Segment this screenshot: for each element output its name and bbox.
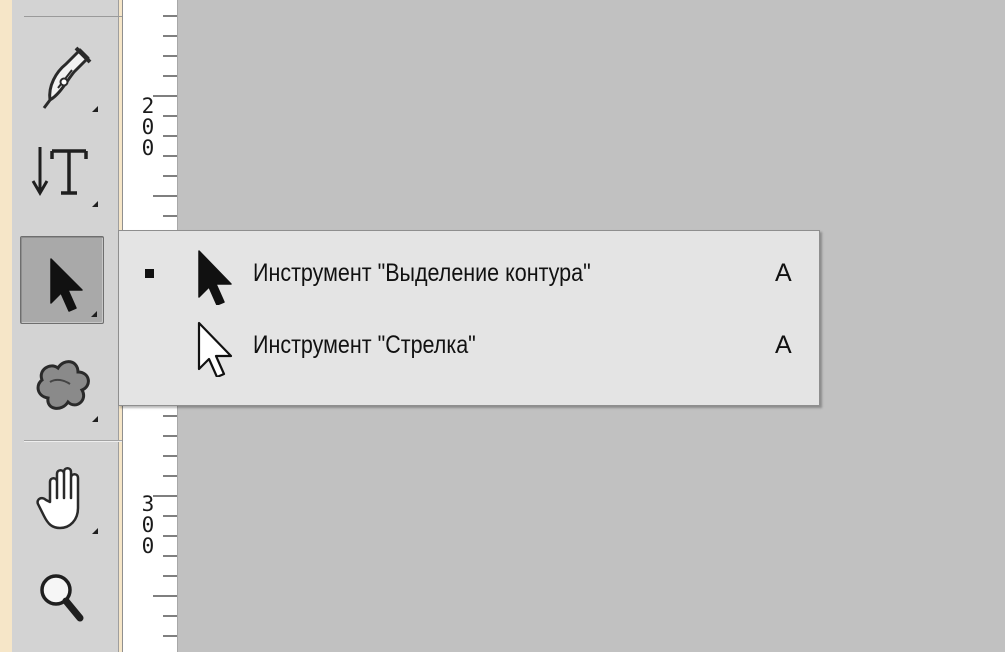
submenu-indicator xyxy=(92,201,98,207)
shortcut-key: A xyxy=(775,259,792,287)
shortcut-key: A xyxy=(775,331,792,359)
ruler-label-300: 3 0 0 xyxy=(141,492,155,558)
vertical-type-tool-button[interactable] xyxy=(20,125,104,213)
hollow-arrow-icon xyxy=(197,321,233,377)
selected-bullet xyxy=(145,269,154,278)
flyout-item-label: Инструмент "Стрелка" xyxy=(253,331,476,359)
path-selection-tool-button[interactable] xyxy=(20,236,104,324)
solid-arrow-icon xyxy=(198,250,232,305)
zoom-tool-button[interactable] xyxy=(20,556,104,644)
tools-panel xyxy=(12,0,122,652)
toolbar-divider xyxy=(24,16,122,17)
submenu-indicator xyxy=(91,311,97,317)
toolbar-separator xyxy=(24,440,122,442)
hand-icon xyxy=(36,467,80,530)
hand-tool-button[interactable] xyxy=(20,452,104,540)
magnifier-icon xyxy=(40,574,84,622)
tool-flyout-menu: Инструмент "Выделение контура" A Инструм… xyxy=(118,230,820,406)
custom-shape-tool-button[interactable] xyxy=(20,340,104,428)
custom-shape-icon xyxy=(36,360,90,410)
submenu-indicator xyxy=(92,416,98,422)
flyout-item-path-selection[interactable]: Инструмент "Выделение контура" A xyxy=(119,241,819,305)
pen-tool-button[interactable] xyxy=(20,30,104,118)
pen-icon xyxy=(42,46,92,109)
ruler-label-200: 2 0 0 xyxy=(141,94,155,160)
submenu-indicator xyxy=(92,528,98,534)
flyout-item-label: Инструмент "Выделение контура" xyxy=(253,259,591,287)
vertical-type-icon xyxy=(31,147,88,196)
submenu-indicator xyxy=(92,106,98,112)
flyout-item-direct-selection[interactable]: Инструмент "Стрелка" A xyxy=(119,313,819,377)
